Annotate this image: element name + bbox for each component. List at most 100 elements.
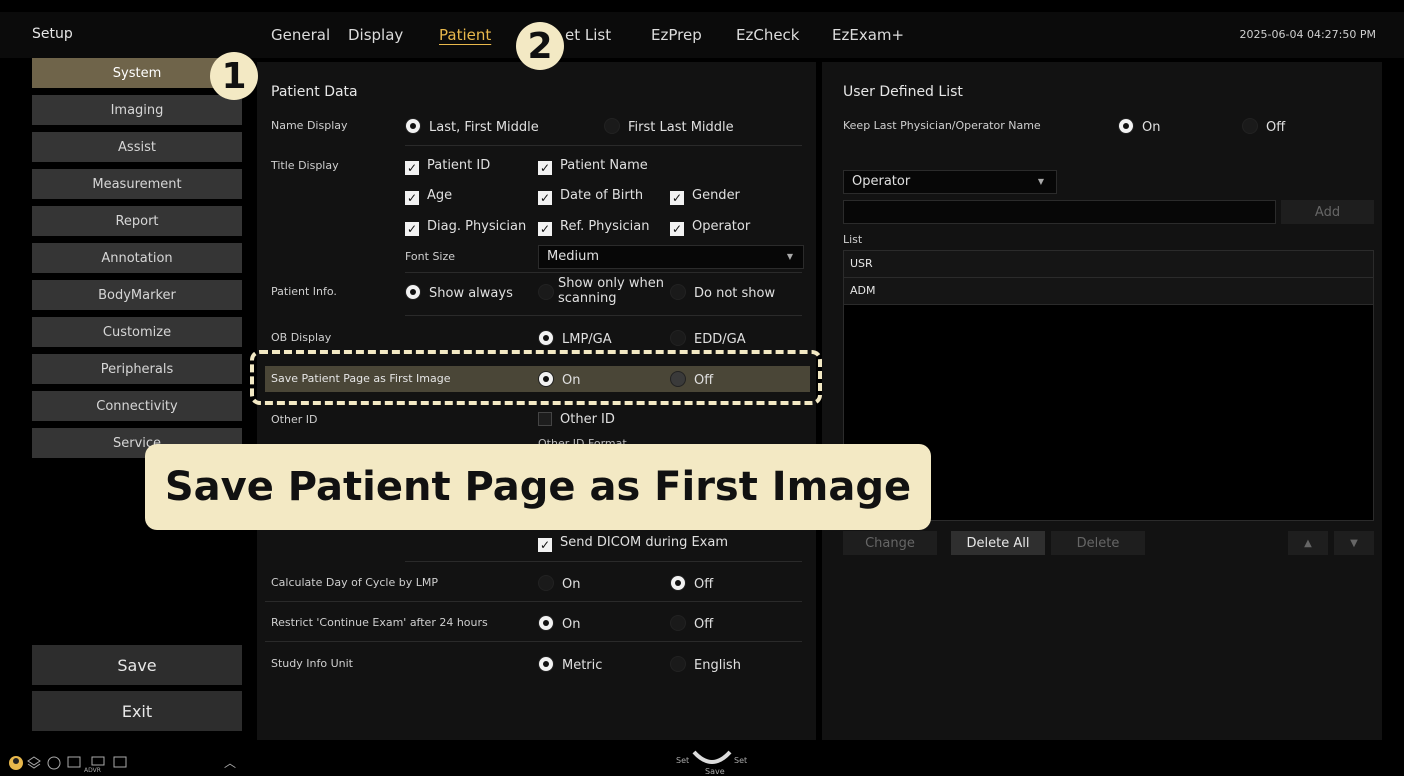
ob-display-edd-ga[interactable]: EDD/GA bbox=[670, 330, 746, 347]
patient-info-do-not-show[interactable]: Do not show bbox=[670, 284, 775, 301]
change-button[interactable]: Change bbox=[843, 531, 937, 555]
radio-selected-icon bbox=[670, 575, 686, 591]
title-age-checkbox[interactable]: ✓ Age bbox=[405, 188, 452, 205]
check-icon: ✓ bbox=[405, 191, 419, 205]
delete-all-button[interactable]: Delete All bbox=[951, 531, 1045, 555]
move-up-button[interactable]: ▲ bbox=[1288, 531, 1328, 555]
save-status-label: Save bbox=[705, 767, 725, 776]
sidebar-item-imaging[interactable]: Imaging bbox=[32, 95, 242, 125]
check-icon: ✓ bbox=[670, 191, 684, 205]
radio-selected-icon bbox=[538, 615, 554, 631]
list-item[interactable]: ADM bbox=[844, 278, 1373, 305]
send-dicom-checkbox[interactable]: ✓ Send DICOM during Exam bbox=[538, 535, 728, 552]
list-label: List bbox=[843, 233, 863, 246]
check-icon: ✓ bbox=[405, 222, 419, 236]
divider bbox=[405, 561, 802, 562]
network-icon bbox=[67, 756, 81, 768]
name-display-last-first[interactable]: Last, First Middle bbox=[405, 118, 539, 135]
ob-display-label: OB Display bbox=[271, 331, 332, 344]
save-button[interactable]: Save bbox=[32, 645, 242, 685]
category-select[interactable]: Operator ▼ bbox=[843, 170, 1057, 194]
ob-display-lmp-ga[interactable]: LMP/GA bbox=[538, 330, 612, 347]
delete-button[interactable]: Delete bbox=[1051, 531, 1145, 555]
divider bbox=[405, 315, 802, 316]
patient-data-heading: Patient Data bbox=[271, 84, 358, 100]
tab-ezexam-plus[interactable]: EzExam+ bbox=[832, 26, 904, 44]
title-ref-physician-checkbox[interactable]: ✓ Ref. Physician bbox=[538, 219, 649, 236]
keep-last-label: Keep Last Physician/Operator Name bbox=[843, 119, 1041, 132]
sidebar-item-assist[interactable]: Assist bbox=[32, 132, 242, 162]
check-icon: ✓ bbox=[538, 538, 552, 552]
radio-icon bbox=[538, 284, 554, 300]
tab-display[interactable]: Display bbox=[348, 26, 403, 44]
radio-selected-icon bbox=[538, 656, 554, 672]
study-info-label: Study Info Unit bbox=[271, 657, 353, 670]
sidebar-item-connectivity[interactable]: Connectivity bbox=[32, 391, 242, 421]
dropdown-arrow-icon: ▼ bbox=[1037, 177, 1044, 186]
patient-info-show-scanning[interactable]: Show only when scanning bbox=[538, 276, 668, 306]
keep-last-off[interactable]: Off bbox=[1242, 118, 1285, 135]
title-dob-checkbox[interactable]: ✓ Date of Birth bbox=[538, 188, 643, 205]
tab-general[interactable]: General bbox=[271, 26, 330, 44]
check-icon: ✓ bbox=[538, 161, 552, 175]
study-info-english[interactable]: English bbox=[670, 656, 741, 673]
add-button[interactable]: Add bbox=[1281, 200, 1374, 224]
restrict-continue-on[interactable]: On bbox=[538, 615, 580, 632]
tab-preset-list[interactable]: et List bbox=[565, 26, 611, 44]
power-icon bbox=[47, 756, 61, 770]
keep-last-on[interactable]: On bbox=[1118, 118, 1160, 135]
tab-patient[interactable]: Patient bbox=[439, 26, 491, 44]
title-gender-checkbox[interactable]: ✓ Gender bbox=[670, 188, 740, 205]
check-icon: ✓ bbox=[538, 191, 552, 205]
list-entry-input[interactable] bbox=[843, 200, 1276, 224]
set-left-label: Set bbox=[676, 756, 690, 765]
checkbox-icon bbox=[538, 412, 552, 426]
sidebar-item-customize[interactable]: Customize bbox=[32, 317, 242, 347]
arrow-down-icon: ▼ bbox=[1350, 537, 1358, 549]
highlight-dashed-box bbox=[250, 350, 822, 405]
sidebar-item-annotation[interactable]: Annotation bbox=[32, 243, 242, 273]
radio-icon bbox=[670, 330, 686, 346]
patient-info-show-always[interactable]: Show always bbox=[405, 284, 513, 301]
printer-icon bbox=[113, 756, 127, 768]
title-patient-name-checkbox[interactable]: ✓ Patient Name bbox=[538, 158, 648, 175]
cycle-lmp-on[interactable]: On bbox=[538, 575, 580, 592]
radio-icon bbox=[670, 656, 686, 672]
radio-icon bbox=[538, 575, 554, 591]
divider bbox=[265, 601, 802, 602]
restrict-continue-off[interactable]: Off bbox=[670, 615, 713, 632]
radio-selected-icon bbox=[1118, 118, 1134, 134]
patient-info-label: Patient Info. bbox=[271, 285, 337, 298]
radio-selected-icon bbox=[405, 284, 421, 300]
sidebar-item-bodymarker[interactable]: BodyMarker bbox=[32, 280, 242, 310]
title-diag-physician-checkbox[interactable]: ✓ Diag. Physician bbox=[405, 219, 526, 236]
radio-icon bbox=[1242, 118, 1258, 134]
tab-ezcheck[interactable]: EzCheck bbox=[736, 26, 800, 44]
sidebar-item-measurement[interactable]: Measurement bbox=[32, 169, 242, 199]
study-info-metric[interactable]: Metric bbox=[538, 656, 602, 673]
radio-selected-icon bbox=[538, 330, 554, 346]
dropdown-arrow-icon: ▼ bbox=[786, 252, 793, 261]
title-operator-checkbox[interactable]: ✓ Operator bbox=[670, 219, 750, 236]
other-id-checkbox[interactable]: Other ID bbox=[538, 412, 615, 427]
move-down-button[interactable]: ▼ bbox=[1334, 531, 1374, 555]
exit-button[interactable]: Exit bbox=[32, 691, 242, 731]
tab-ezprep[interactable]: EzPrep bbox=[651, 26, 702, 44]
font-size-select[interactable]: Medium ▼ bbox=[538, 245, 804, 269]
step-2-marker: 2 bbox=[516, 22, 564, 70]
check-icon: ✓ bbox=[670, 222, 684, 236]
divider bbox=[405, 145, 802, 146]
step-1-marker: 1 bbox=[210, 52, 258, 100]
cycle-lmp-label: Calculate Day of Cycle by LMP bbox=[271, 576, 438, 589]
name-display-first-last[interactable]: First Last Middle bbox=[604, 118, 734, 135]
sidebar-item-report[interactable]: Report bbox=[32, 206, 242, 236]
expand-icon[interactable]: ︿ bbox=[224, 754, 236, 771]
list-item[interactable]: USR bbox=[844, 251, 1373, 278]
radio-icon bbox=[670, 615, 686, 631]
radio-selected-icon bbox=[405, 118, 421, 134]
other-id-label: Other ID bbox=[271, 413, 318, 426]
title-patient-id-checkbox[interactable]: ✓ Patient ID bbox=[405, 158, 490, 175]
check-icon: ✓ bbox=[405, 161, 419, 175]
cycle-lmp-off[interactable]: Off bbox=[670, 575, 713, 592]
sidebar-item-peripherals[interactable]: Peripherals bbox=[32, 354, 242, 384]
